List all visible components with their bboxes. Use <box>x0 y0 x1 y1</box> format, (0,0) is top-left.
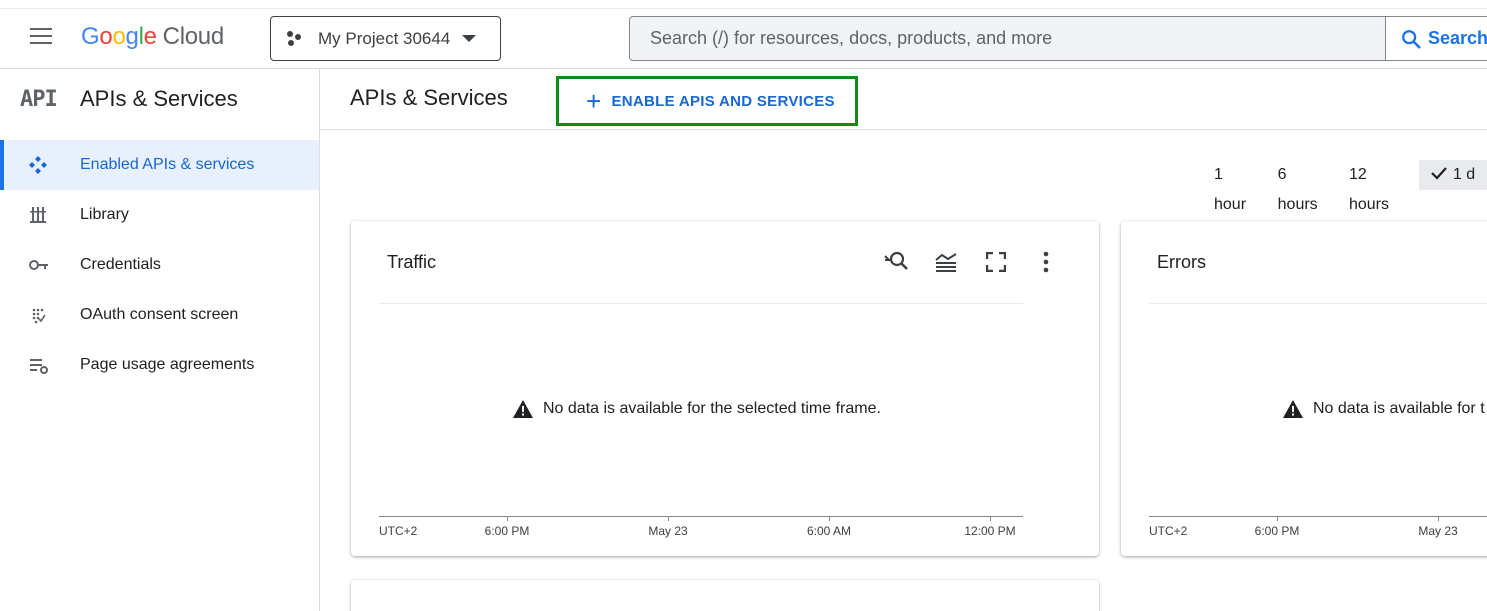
no-data-message: No data is available for t <box>1283 400 1485 418</box>
no-data-text: No data is available for the selected ti… <box>543 400 881 417</box>
fullscreen-icon <box>986 252 1006 272</box>
google-cloud-logo[interactable]: Google Cloud <box>81 23 224 51</box>
sidebar-item-oauth[interactable]: OAuth consent screen <box>0 290 319 340</box>
sidebar-item-enabled-apis[interactable]: Enabled APIs & services <box>0 140 319 190</box>
plus-icon: + <box>586 86 602 116</box>
axis-tick-label: 6:00 PM <box>484 524 530 538</box>
x-axis-line <box>379 516 1023 517</box>
sidebar-item-label: Enabled APIs & services <box>80 156 255 173</box>
axis-tick-label: May 23 <box>648 524 688 538</box>
axis-tick <box>668 516 669 521</box>
card-divider <box>379 303 1023 304</box>
time-option-6-hours[interactable]: 6 hours <box>1268 160 1339 213</box>
no-data-message: No data is available for the selected ti… <box>513 400 881 418</box>
search-button[interactable]: Search <box>1385 17 1487 60</box>
traffic-card: Traffic No data is available for the sel… <box>351 221 1099 556</box>
time-option-12-hours[interactable]: 12 hours <box>1339 160 1419 213</box>
library-icon <box>28 205 80 225</box>
nav-list: Enabled APIs & services Library Credenti… <box>0 140 319 390</box>
no-data-text: No data is available for t <box>1313 400 1485 417</box>
search-input[interactable] <box>630 17 1385 60</box>
enabled-apis-icon <box>28 155 80 175</box>
enable-apis-label: ENABLE APIS AND SERVICES <box>611 92 835 110</box>
nav-title: APIs & Services <box>80 86 238 111</box>
project-name: My Project 30644 <box>318 28 451 48</box>
axis-tick <box>507 516 508 521</box>
axis-tick <box>1438 516 1439 521</box>
enable-apis-button[interactable]: + ENABLE APIS AND SERVICES <box>556 76 858 126</box>
sidebar-item-label: OAuth consent screen <box>80 306 239 323</box>
axis-tick <box>1277 516 1278 521</box>
nav-header: API APIs & Services <box>0 69 319 129</box>
card-divider <box>1149 303 1487 304</box>
axis-tick-label: May 23 <box>1418 524 1458 538</box>
zoom-search-icon <box>884 251 908 270</box>
page-title: APIs & Services <box>350 85 508 110</box>
warning-icon <box>513 400 533 418</box>
card-title: Errors <box>1157 252 1206 272</box>
time-option-label: 1 d <box>1452 166 1476 183</box>
errors-card: Errors No data is available for t UTC+2 … <box>1121 221 1487 556</box>
timezone-label: UTC+2 <box>1149 524 1188 538</box>
api-icon: API <box>20 86 58 112</box>
time-option-1-hour[interactable]: 1 hour <box>1204 160 1268 213</box>
side-nav: API APIs & Services Enabled APIs & servi… <box>0 69 320 611</box>
legend-toggle-button[interactable] <box>921 248 971 276</box>
sidebar-item-page-usage[interactable]: Page usage agreements <box>0 340 319 390</box>
card-toolbar <box>871 248 1071 276</box>
axis-tick <box>829 516 830 521</box>
fullscreen-button[interactable] <box>971 248 1021 276</box>
hamburger-line <box>30 35 52 37</box>
axis-tick-label: 6:00 PM <box>1254 524 1300 538</box>
time-option-1-day[interactable]: 1 d <box>1418 160 1487 190</box>
sidebar-item-credentials[interactable]: Credentials <box>0 240 319 290</box>
project-picker[interactable]: My Project 30644 <box>270 16 501 61</box>
warning-icon <box>1283 400 1303 418</box>
sidebar-item-library[interactable]: Library <box>0 190 319 240</box>
axis-tick-label: 6:00 AM <box>806 524 852 538</box>
axis-tick-label: 12:00 PM <box>964 524 1016 538</box>
search-bar: Search <box>629 16 1487 61</box>
project-icon <box>287 30 305 48</box>
chevron-down-icon <box>462 35 477 42</box>
stacked-lines-icon <box>935 253 957 272</box>
card-title: Traffic <box>387 252 437 272</box>
hamburger-line <box>30 42 52 44</box>
oauth-icon <box>28 305 80 325</box>
check-icon <box>1431 167 1447 180</box>
x-axis-line <box>1149 516 1487 517</box>
sidebar-item-label: Page usage agreements <box>80 356 255 373</box>
time-range-selector: 1 hour 6 hours 12 hours 1 d <box>1204 160 1487 213</box>
latency-card <box>351 580 1099 611</box>
search-button-label: Search <box>1428 28 1487 48</box>
sidebar-item-label: Library <box>80 206 129 223</box>
key-icon <box>28 255 80 275</box>
search-icon <box>1402 29 1421 49</box>
more-vert-icon <box>1043 251 1049 273</box>
zoom-reset-button[interactable] <box>871 248 921 276</box>
top-bar: Google Cloud My Project 30644 Search <box>0 0 1487 69</box>
top-divider <box>0 8 1487 9</box>
content-header: APIs & Services + ENABLE APIS AND SERVIC… <box>320 69 1487 130</box>
axis-tick <box>990 516 991 521</box>
hamburger-line <box>30 28 52 30</box>
main-menu-button[interactable] <box>30 28 54 48</box>
settings-list-icon <box>28 355 80 375</box>
more-options-button[interactable] <box>1021 248 1071 276</box>
sidebar-item-label: Credentials <box>80 256 161 273</box>
timezone-label: UTC+2 <box>379 524 418 538</box>
